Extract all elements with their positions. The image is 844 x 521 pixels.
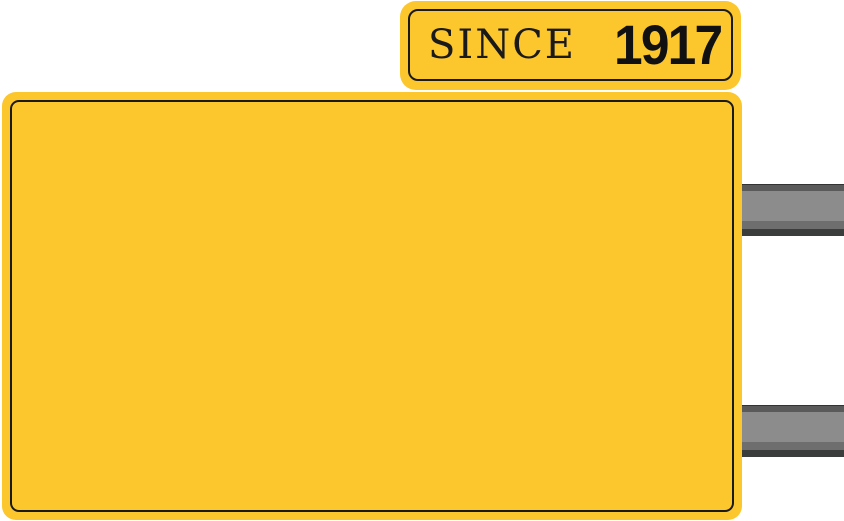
since-label: SINCE — [428, 22, 577, 68]
sign-board — [2, 92, 742, 520]
since-plaque-border: SINCE 1917 — [408, 9, 733, 81]
lower-mounting-bracket — [741, 405, 844, 457]
since-plaque: SINCE 1917 — [400, 1, 741, 90]
sign-board-border — [10, 100, 734, 512]
upper-mounting-bracket — [741, 184, 844, 236]
since-year: 1917 — [614, 13, 723, 76]
